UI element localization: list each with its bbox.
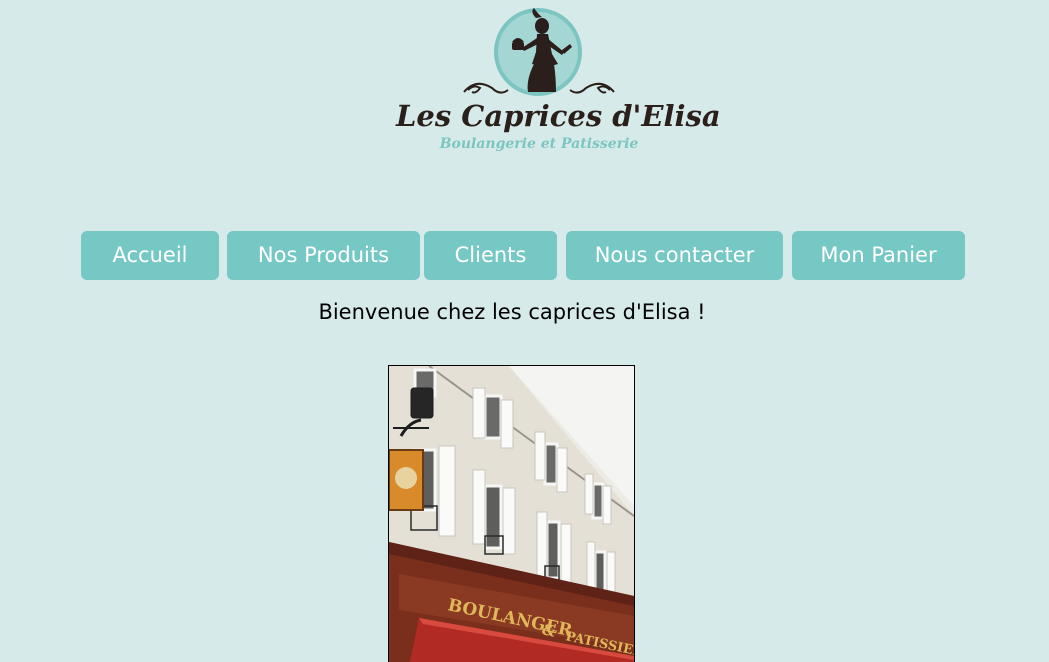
- site-logo[interactable]: Les Caprices d'Elisa Boulangerie et Pati…: [396, 4, 721, 160]
- brand-name: Les Caprices d'Elisa: [396, 99, 721, 133]
- main-navigation: Accueil Nos Produits Clients Nous contac…: [0, 231, 1049, 280]
- page: Les Caprices d'Elisa Boulangerie et Pati…: [0, 0, 1049, 662]
- nav-accueil-button[interactable]: Accueil: [81, 231, 219, 280]
- brand-tagline: Boulangerie et Patisserie: [439, 136, 639, 152]
- welcome-heading: Bienvenue chez les caprices d'Elisa !: [318, 300, 706, 324]
- nav-mon-panier-button[interactable]: Mon Panier: [792, 231, 965, 280]
- shop-front-photo: BOULANGER & PATISSIER: [388, 365, 635, 662]
- nav-clients-button[interactable]: Clients: [424, 231, 557, 280]
- nav-nos-produits-button[interactable]: Nos Produits: [227, 231, 420, 280]
- nav-nous-contacter-button[interactable]: Nous contacter: [566, 231, 783, 280]
